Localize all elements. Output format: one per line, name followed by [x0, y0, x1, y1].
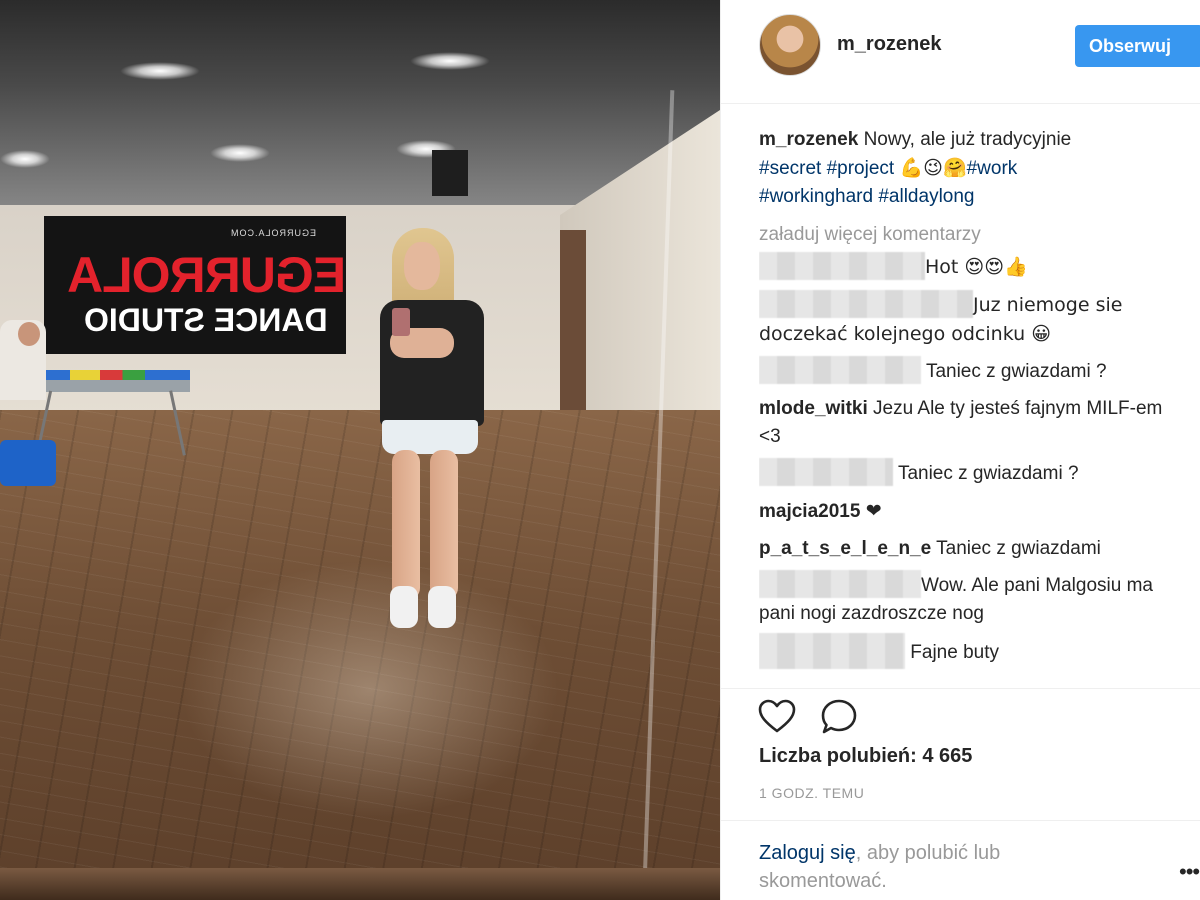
comment-text: Taniec z gwiazdami ?: [925, 361, 1107, 382]
ceiling-light: [210, 144, 270, 162]
caption-emojis: 💪😉🤗: [899, 157, 967, 179]
comment-text: Fajne buty: [910, 642, 1000, 664]
post-sidebar: m_rozenek Obserwuj m_rozenek Nowy, ale j…: [720, 0, 1200, 900]
more-icon[interactable]: •••: [1179, 859, 1200, 885]
blurred-username: [759, 251, 925, 280]
woman-figure: [372, 228, 492, 638]
comment-text: Taniec z gwiazdami ?: [897, 463, 1079, 484]
woman-shoe: [428, 586, 456, 628]
blue-bag: [0, 440, 56, 486]
comments-list[interactable]: m_rozenek Nowy, ale już tradycyjnie #sec…: [759, 126, 1189, 684]
comment-row: mlode_witki Jezu Ale ty jesteś fajnym MI…: [759, 395, 1189, 451]
woman-shoe: [390, 586, 418, 628]
studio-banner: EGURROLA.COM EGURROLA DANCE STUDIO: [44, 216, 346, 354]
blurred-username: [759, 289, 973, 318]
comment-row: Wow. Ale pani Malgosiu ma pani nogi zazd…: [759, 569, 1189, 628]
post-photo[interactable]: EGURROLA.COM EGURROLA DANCE STUDIO: [0, 0, 720, 900]
woman-leg: [392, 450, 420, 600]
hashtag-link[interactable]: #alldaylong: [878, 186, 974, 207]
ceiling-light: [410, 52, 490, 70]
comment-row: Juz niemoge sie doczekać kolejnego odcin…: [759, 289, 1189, 349]
ceiling-light: [120, 62, 200, 80]
comment-username[interactable]: mlode_witki: [759, 398, 868, 419]
woman-shorts: [382, 420, 478, 454]
photo-door: [560, 230, 586, 420]
comment-username[interactable]: majcia2015: [759, 501, 860, 522]
comment-text: Taniec z gwiazdami: [936, 538, 1101, 559]
caption-username[interactable]: m_rozenek: [759, 129, 858, 150]
avatar[interactable]: [759, 14, 821, 76]
photo-speaker: [432, 150, 468, 196]
ceiling-light: [0, 150, 50, 168]
hashtag-link[interactable]: #secret: [759, 158, 821, 179]
caption-text: Nowy, ale już tradycyjnie: [863, 129, 1072, 150]
blurred-username: [759, 569, 921, 598]
post-caption: m_rozenek Nowy, ale już tradycyjnie #sec…: [759, 126, 1189, 211]
blurred-username: [759, 633, 905, 669]
comment-username[interactable]: p_a_t_s_e_l_e_n_e: [759, 538, 931, 559]
load-more-comments-link[interactable]: załaduj więcej komentarzy: [759, 221, 1189, 249]
hashtag-link[interactable]: #project: [827, 158, 895, 179]
likes-count[interactable]: Liczba polubień: 4 665: [759, 745, 972, 768]
comment-row: Fajne buty: [759, 633, 1189, 669]
header-username[interactable]: m_rozenek: [837, 33, 942, 56]
comment-row: p_a_t_s_e_l_e_n_e Taniec z gwiazdami: [759, 535, 1189, 563]
blurred-username: [759, 457, 893, 486]
login-prompt: Zaloguj się, aby polubić lub skomentować…: [721, 820, 1200, 900]
photo-floor-sheen: [180, 560, 560, 820]
comment-row: Hot 😍😍👍: [759, 251, 1189, 282]
post-actions: Liczba polubień: 4 665 1 GODZ. TEMU: [721, 688, 1200, 818]
woman-leg: [430, 450, 458, 600]
banner-big-text: EGURROLA: [68, 247, 347, 303]
background-person-head: [18, 322, 40, 346]
woman-phone: [392, 308, 410, 336]
hashtag-link[interactable]: #work: [967, 158, 1018, 179]
comment-row: majcia2015 ❤: [759, 497, 1189, 526]
comment-icon[interactable]: [819, 697, 859, 737]
comment-text: ❤: [865, 500, 882, 522]
woman-face: [404, 242, 440, 290]
login-link[interactable]: Zaloguj się: [759, 842, 856, 864]
comment-row: Taniec z gwiazdami ?: [759, 355, 1189, 386]
heart-icon[interactable]: [757, 697, 797, 737]
comment-text: Hot 😍😍👍: [925, 256, 1028, 278]
banner-line2-text: DANCE STUDIO: [84, 302, 328, 338]
post-header: m_rozenek Obserwuj: [721, 0, 1200, 104]
login-text: Zaloguj się, aby polubić lub skomentować…: [759, 839, 1079, 895]
banner-small-text: EGURROLA.COM: [229, 228, 316, 238]
follow-button[interactable]: Obserwuj: [1075, 25, 1200, 67]
hashtag-link[interactable]: #workinghard: [759, 186, 873, 207]
comment-row: Taniec z gwiazdami ?: [759, 457, 1189, 488]
blurred-username: [759, 355, 921, 384]
post-timestamp[interactable]: 1 GODZ. TEMU: [759, 785, 864, 801]
mirror-bottom: [0, 868, 720, 900]
